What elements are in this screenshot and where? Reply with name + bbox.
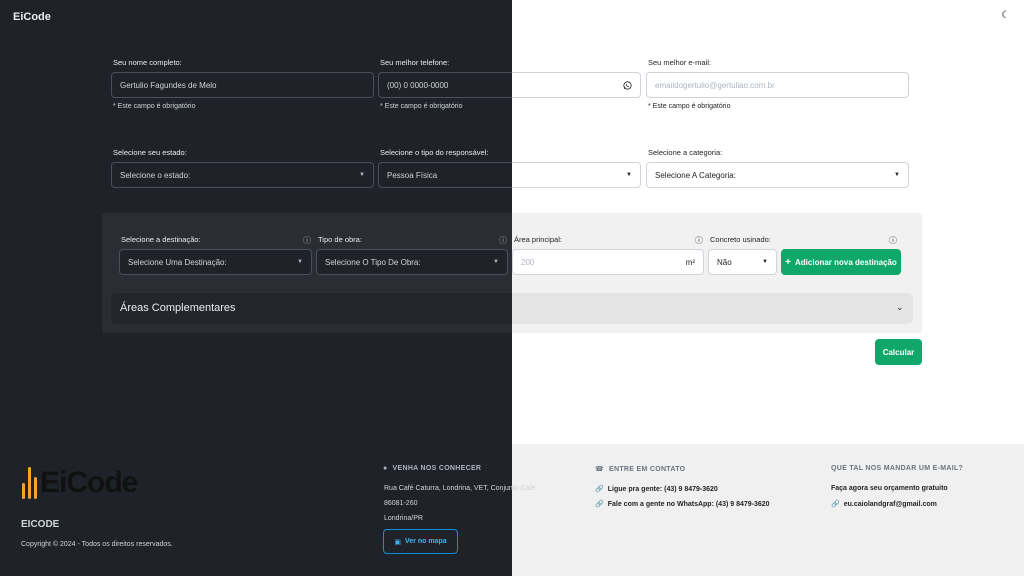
- footer-dark-half: [0, 444, 512, 576]
- calculate-button[interactable]: Calcular: [875, 339, 922, 365]
- name-field[interactable]: Gertulio Fagundes de Melo: [111, 72, 374, 98]
- email-heading: QUE TAL NOS MANDAR UM E-MAIL?: [831, 465, 964, 472]
- footer: [0, 444, 1024, 576]
- main-area-label: Área principal:: [514, 235, 562, 244]
- footer-copyright: Copyright © 2024 - Todos os direitos res…: [21, 541, 173, 548]
- name-value: Gertulio Fagundes de Melo: [120, 80, 217, 90]
- contact-title: ENTRE EM CONTATO: [609, 466, 686, 473]
- link-icon: 🔗: [595, 486, 604, 493]
- email-placeholder: emaildogertulio@gertuliao.com.br: [655, 80, 775, 90]
- contact-whatsapp: Fale com a gente no WhatsApp: (43) 9 847…: [607, 501, 770, 508]
- category-value: Selecione A Categoria:: [655, 170, 736, 180]
- info-icon[interactable]: ⓘ: [889, 235, 897, 246]
- responsible-select-end[interactable]: ▼: [512, 162, 641, 188]
- map-button-label: Ver no mapa: [404, 538, 447, 545]
- state-select[interactable]: Selecione o estado: ▼: [111, 162, 374, 188]
- phone-label: Seu melhor telefone:: [380, 58, 450, 67]
- logo-text: EiCode: [40, 466, 138, 499]
- link-icon: 🔗: [595, 501, 604, 508]
- email-address: eu.caiolandgraf@gmail.com: [843, 501, 937, 508]
- zip-code: 86081-260: [384, 500, 418, 507]
- destination-value: Selecione Uma Destinação:: [128, 257, 227, 267]
- state-label: Selecione seu estado:: [113, 148, 187, 157]
- email-field[interactable]: emaildogertulio@gertuliao.com.br: [646, 72, 909, 98]
- moon-icon[interactable]: ☾: [1001, 10, 1010, 21]
- email-link[interactable]: 🔗 eu.caiolandgraf@gmail.com: [831, 500, 937, 508]
- plus-icon: +: [785, 256, 792, 268]
- accordion-title[interactable]: Áreas Complementares: [120, 302, 236, 314]
- footer-brand-caption: EICODE: [21, 519, 60, 530]
- chevron-down-icon: ▼: [297, 259, 303, 265]
- chevron-down-icon[interactable]: ⌄: [896, 302, 904, 313]
- main-area-input[interactable]: 200 m²: [512, 249, 704, 275]
- add-destination-button[interactable]: + Adicionar nova destinação: [781, 249, 901, 275]
- chevron-down-icon: ▼: [894, 172, 900, 178]
- destination-select[interactable]: Selecione Uma Destinação: ▼: [119, 249, 312, 275]
- area-unit: m²: [685, 257, 695, 267]
- logo-bars-icon: [22, 467, 37, 499]
- add-destination-label: Adicionar nova destinação: [795, 257, 897, 267]
- concrete-value: Não: [717, 257, 732, 267]
- info-icon[interactable]: ⓘ: [499, 235, 507, 246]
- map-pin-icon: ●: [383, 465, 388, 472]
- whatsapp-icon: [623, 80, 632, 90]
- responsible-select[interactable]: Pessoa Física: [378, 162, 512, 188]
- contact-phone: Ligue pra gente: (43) 9 8479-3620: [607, 486, 718, 493]
- phone-value: (00) 0 0000-0000: [387, 80, 449, 90]
- responsible-value: Pessoa Física: [387, 170, 438, 180]
- chevron-down-icon: ▼: [359, 172, 365, 178]
- name-required-hint: * Este campo é obrigatório: [113, 103, 196, 110]
- address-line: Rua Café Caturra, Londrina, VET, Conjunt…: [384, 485, 536, 492]
- chevron-down-icon: ▼: [626, 172, 632, 178]
- phone-required-hint: * Este campo é obrigatório: [380, 103, 463, 110]
- category-select[interactable]: Selecione A Categoria: ▼: [646, 162, 909, 188]
- contact-whatsapp-link[interactable]: 🔗 Fale com a gente no WhatsApp: (43) 9 84…: [595, 500, 770, 508]
- work-type-label: Tipo de obra:: [318, 235, 362, 244]
- visit-title: VENHA NOS CONHECER: [392, 465, 482, 472]
- contact-heading: ☎ ENTRE EM CONTATO: [595, 465, 685, 473]
- contact-phone-link[interactable]: 🔗 Ligue pra gente: (43) 9 8479-3620: [595, 485, 718, 493]
- brand-logo[interactable]: EiCode: [13, 11, 51, 23]
- phone-icon: ☎: [595, 466, 605, 473]
- footer-logo: EiCode: [22, 466, 138, 500]
- visit-heading: ● VENHA NOS CONHECER: [383, 465, 481, 472]
- map-button[interactable]: ▣ Ver no mapa: [383, 529, 458, 554]
- concrete-select[interactable]: Não ▼: [708, 249, 777, 275]
- info-icon[interactable]: ⓘ: [303, 235, 311, 246]
- phone-field-icon-area: [512, 72, 641, 98]
- responsible-label: Selecione o tipo do responsável:: [380, 148, 489, 157]
- category-label: Selecione a categoria:: [648, 148, 723, 157]
- map-icon: ▣: [394, 538, 401, 546]
- city: Londrina/PR: [384, 515, 423, 522]
- state-value: Selecione o estado:: [120, 170, 191, 180]
- work-type-select[interactable]: Selecione O Tipo De Obra: ▼: [316, 249, 508, 275]
- phone-field[interactable]: (00) 0 0000-0000: [378, 72, 512, 98]
- accordion-header-light[interactable]: [512, 293, 913, 324]
- work-type-value: Selecione O Tipo De Obra:: [325, 257, 421, 267]
- name-label: Seu nome completo:: [113, 58, 182, 67]
- chevron-down-icon: ▼: [493, 259, 499, 265]
- chevron-down-icon: ▼: [762, 259, 768, 265]
- email-subtitle: Faça agora seu orçamento gratuito: [831, 485, 948, 492]
- link-icon: 🔗: [831, 501, 840, 508]
- info-icon[interactable]: ⓘ: [695, 235, 703, 246]
- destination-label: Selecione a destinação:: [121, 235, 201, 244]
- main-area-placeholder: 200: [521, 257, 535, 267]
- concrete-label: Concreto usinado:: [710, 235, 771, 244]
- email-label: Seu melhor e-mail:: [648, 58, 711, 67]
- email-required-hint: * Este campo é obrigatório: [648, 103, 731, 110]
